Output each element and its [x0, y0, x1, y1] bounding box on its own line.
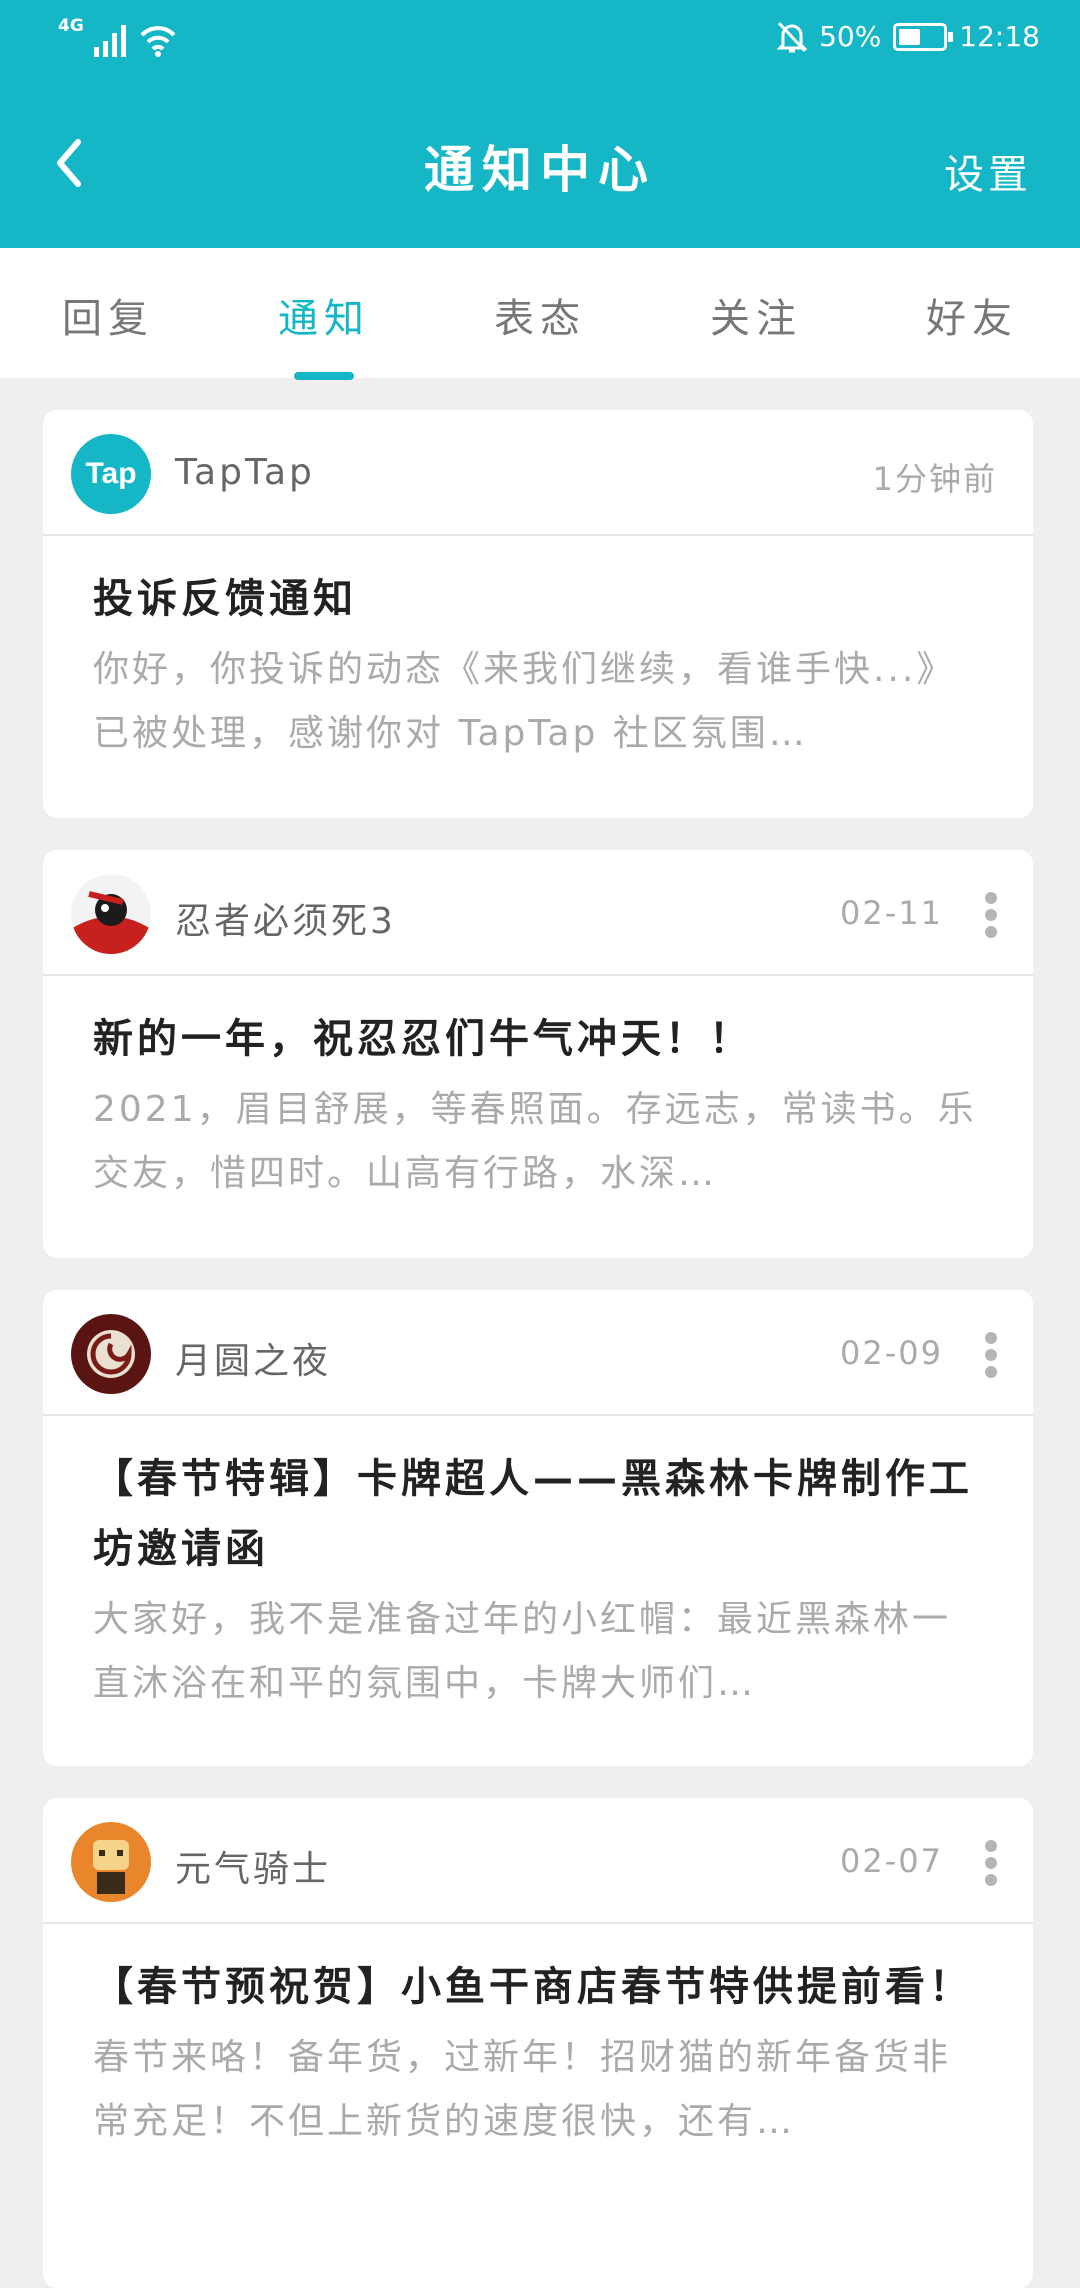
ninja-avatar-icon: [71, 874, 151, 954]
signal-icon: [93, 25, 126, 57]
battery-icon: [893, 22, 954, 51]
tab-reply[interactable]: 回复: [0, 286, 216, 344]
sender-name[interactable]: 月圆之夜: [175, 1332, 331, 1384]
more-dot: [985, 1332, 997, 1344]
more-dot: [985, 1874, 997, 1886]
tab-friends[interactable]: 好友: [864, 286, 1080, 344]
card-body: 新的一年，祝忍忍们牛气冲天！！ 2021，眉目舒展，等春照面。存远志，常读书。乐…: [43, 976, 1033, 1206]
more-dot: [985, 926, 997, 938]
avatar[interactable]: [71, 874, 151, 954]
timestamp: 1分钟前: [872, 460, 997, 498]
settings-button[interactable]: 设置: [944, 142, 1032, 200]
more-dot: [985, 1349, 997, 1361]
device-status: 50% 12:18: [777, 20, 1040, 53]
notification-title: 【春节特辑】卡牌超人——黑森林卡牌制作工坊邀请函: [93, 1456, 973, 1572]
notification-tabs: 回复 通知 表态 关注 好友: [0, 248, 1080, 380]
avatar[interactable]: [71, 1314, 151, 1394]
notification-card[interactable]: 月圆之夜 02-09 【春节特辑】卡牌超人——黑森林卡牌制作工坊邀请函 大家好，…: [43, 1290, 1033, 1766]
card-body: 【春节预祝贺】小鱼干商店春节特供提前看！ 春节来咯！备年货，过新年！招财猫的新年…: [43, 1924, 1033, 2154]
more-options-button[interactable]: [985, 1840, 997, 1886]
tab-reaction[interactable]: 表态: [432, 286, 648, 344]
more-dot: [985, 892, 997, 904]
avatar[interactable]: Tap: [71, 434, 151, 514]
sender-name[interactable]: TapTap: [175, 452, 315, 493]
moon-night-avatar-icon: [71, 1314, 151, 1394]
network-label: 4G: [58, 16, 84, 36]
timestamp: 02-11: [840, 894, 943, 932]
active-tab-indicator: [294, 372, 354, 380]
avatar-logo-text: Tap: [85, 457, 137, 490]
more-dot: [985, 1857, 997, 1869]
status-bar: 4G 50% 12:18: [0, 0, 1080, 80]
card-header: 月圆之夜 02-09: [43, 1290, 1033, 1416]
card-header: 元气骑士 02-07: [43, 1798, 1033, 1924]
sender-name[interactable]: 元气骑士: [175, 1840, 331, 1892]
notification-text: 你好，你投诉的动态《来我们继续，看谁手快...》已被处理，感谢你对 TapTap…: [93, 649, 956, 754]
notification-card[interactable]: 元气骑士 02-07 【春节预祝贺】小鱼干商店春节特供提前看！ 春节来咯！备年货…: [43, 1798, 1033, 2288]
notification-text: 大家好，我不是准备过年的小红帽：最近黑森林一直沐浴在和平的氛围中，卡牌大师们…: [93, 1599, 952, 1704]
timestamp: 02-07: [840, 1842, 943, 1880]
wifi-icon: [140, 26, 176, 57]
notification-card[interactable]: Tap TapTap 1分钟前 投诉反馈通知 你好，你投诉的动态《来我们继续，看…: [43, 410, 1033, 818]
notification-title: 投诉反馈通知: [93, 576, 357, 622]
navigation-bar: 通知中心 设置: [0, 120, 1080, 210]
more-dot: [985, 1366, 997, 1378]
notification-title: 【春节预祝贺】小鱼干商店春节特供提前看！: [93, 1964, 973, 2010]
avatar[interactable]: [71, 1822, 151, 1902]
more-options-button[interactable]: [985, 1332, 997, 1378]
page-title: 通知中心: [424, 141, 656, 199]
notification-card[interactable]: 忍者必须死3 02-11 新的一年，祝忍忍们牛气冲天！！ 2021，眉目舒展，等…: [43, 850, 1033, 1258]
tab-follow[interactable]: 关注: [648, 286, 864, 344]
network-status: 4G: [58, 18, 178, 57]
timestamp: 02-09: [840, 1334, 943, 1372]
battery-level: [899, 28, 921, 45]
notification-text: 2021，眉目舒展，等春照面。存远志，常读书。乐交友，惜四时。山高有行路，水深…: [93, 1089, 977, 1194]
clock: 12:18: [959, 20, 1040, 53]
more-dot: [985, 1840, 997, 1852]
card-header: 忍者必须死3 02-11: [43, 850, 1033, 976]
more-options-button[interactable]: [985, 892, 997, 938]
card-body: 投诉反馈通知 你好，你投诉的动态《来我们继续，看谁手快...》已被处理，感谢你对…: [43, 536, 1033, 766]
app-header: 4G 50% 12:18 通知中心 设置: [0, 0, 1080, 248]
tab-notify[interactable]: 通知: [216, 286, 432, 344]
knight-avatar-icon: [71, 1822, 151, 1902]
sender-name[interactable]: 忍者必须死3: [175, 892, 396, 944]
battery-percent: 50%: [819, 20, 882, 53]
notification-text: 春节来咯！备年货，过新年！招财猫的新年备货非常充足！不但上新货的速度很快，还有…: [93, 2037, 952, 2142]
card-header: Tap TapTap 1分钟前: [43, 410, 1033, 536]
notification-title: 新的一年，祝忍忍们牛气冲天！！: [93, 1016, 753, 1062]
mute-bell-icon: [777, 21, 808, 52]
card-body: 【春节特辑】卡牌超人——黑森林卡牌制作工坊邀请函 大家好，我不是准备过年的小红帽…: [43, 1416, 1033, 1716]
more-dot: [985, 909, 997, 921]
